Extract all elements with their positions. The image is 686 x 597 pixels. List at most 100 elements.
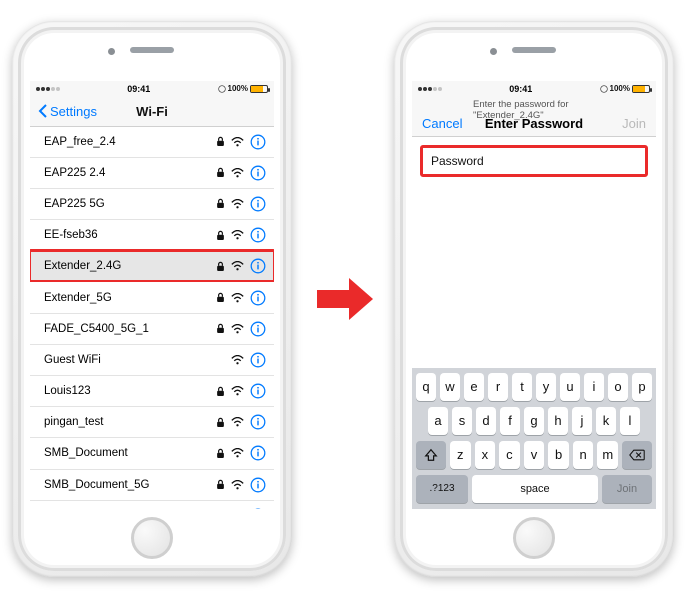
info-icon[interactable] <box>250 227 266 243</box>
info-icon[interactable] <box>250 352 266 368</box>
chevron-left-icon <box>38 104 48 118</box>
page-title: Wi-Fi <box>136 104 168 119</box>
key-t[interactable]: t <box>512 373 532 401</box>
key-backspace[interactable] <box>622 441 652 469</box>
wifi-icon <box>231 417 244 427</box>
key-p[interactable]: p <box>632 373 652 401</box>
key-v[interactable]: v <box>524 441 545 469</box>
lock-icon <box>216 386 225 397</box>
key-i[interactable]: i <box>584 373 604 401</box>
wifi-row[interactable]: Extender_5G <box>30 282 274 313</box>
nav-bar: Settings Wi-Fi <box>30 97 274 127</box>
info-icon[interactable] <box>250 290 266 306</box>
wifi-row[interactable]: SMB_Document_5G <box>30 470 274 501</box>
back-button[interactable]: Settings <box>38 104 97 119</box>
password-input[interactable]: Password <box>420 145 648 177</box>
key-w[interactable]: w <box>440 373 460 401</box>
lock-icon <box>216 261 225 272</box>
key-u[interactable]: u <box>560 373 580 401</box>
key-l[interactable]: l <box>620 407 640 435</box>
wifi-icon <box>231 168 244 178</box>
info-icon[interactable] <box>250 445 266 461</box>
wifi-name: Extender_2.4G <box>44 260 216 272</box>
home-button[interactable] <box>131 517 173 559</box>
key-x[interactable]: x <box>475 441 496 469</box>
key-s[interactable]: s <box>452 407 472 435</box>
info-icon[interactable] <box>250 196 266 212</box>
arrow-right-icon <box>313 274 373 324</box>
wifi-icon <box>231 448 244 458</box>
phone-left: 09:41 100% Settings Wi-Fi EAP_free_2. <box>12 21 292 577</box>
wifi-name: Extender_5G <box>44 292 216 304</box>
battery-indicator: 100% <box>218 84 268 93</box>
wifi-name: SMB_Document_5G <box>44 479 216 491</box>
wifi-name: Louis123 <box>44 385 216 397</box>
key-numbers[interactable]: .?123 <box>416 475 468 503</box>
wifi-row[interactable]: EAP225 5G <box>30 189 274 220</box>
wifi-row[interactable]: EE-fseb36 <box>30 220 274 251</box>
wifi-row[interactable]: EAP_free_2.4 <box>30 127 274 158</box>
key-shift[interactable] <box>416 441 446 469</box>
join-button-nav[interactable]: Join <box>622 116 646 131</box>
key-g[interactable]: g <box>524 407 544 435</box>
key-a[interactable]: a <box>428 407 448 435</box>
key-m[interactable]: m <box>597 441 618 469</box>
key-join[interactable]: Join <box>602 475 652 503</box>
battery-indicator: 100% <box>600 84 650 93</box>
key-space[interactable]: space <box>472 475 598 503</box>
wifi-icon <box>231 480 244 490</box>
password-label: Password <box>431 154 484 168</box>
signal-dots-icon <box>36 87 60 91</box>
key-j[interactable]: j <box>572 407 592 435</box>
clock: 09:41 <box>127 84 150 94</box>
signal-dots-icon <box>418 87 442 91</box>
circled-icon <box>218 85 226 93</box>
info-icon[interactable] <box>250 321 266 337</box>
key-f[interactable]: f <box>500 407 520 435</box>
wifi-list[interactable]: EAP_free_2.4 EAP225 2.4 EAP225 5GEE-fseb36… <box>30 127 274 509</box>
lock-icon <box>216 198 225 209</box>
camera <box>490 48 497 55</box>
wifi-icon <box>231 293 244 303</box>
key-r[interactable]: r <box>488 373 508 401</box>
info-icon[interactable] <box>250 477 266 493</box>
wifi-row[interactable]: SMB_Document <box>30 438 274 469</box>
key-k[interactable]: k <box>596 407 616 435</box>
key-b[interactable]: b <box>548 441 569 469</box>
wifi-icon <box>231 386 244 396</box>
wifi-row[interactable]: EAP225 2.4 <box>30 158 274 189</box>
page-title: Enter Password <box>485 116 583 131</box>
key-d[interactable]: d <box>476 407 496 435</box>
circled-icon <box>600 85 608 93</box>
key-c[interactable]: c <box>499 441 520 469</box>
wifi-row[interactable]: Louis123 <box>30 376 274 407</box>
info-icon[interactable] <box>250 258 266 274</box>
wifi-row[interactable]: SR20 <box>30 501 274 509</box>
lock-icon <box>216 230 225 241</box>
key-h[interactable]: h <box>548 407 568 435</box>
wifi-name: EAP225 2.4 <box>44 167 216 179</box>
info-icon[interactable] <box>250 134 266 150</box>
wifi-row[interactable]: Extender_2.4G <box>30 251 274 282</box>
home-button[interactable] <box>513 517 555 559</box>
wifi-icon <box>231 261 244 271</box>
key-q[interactable]: q <box>416 373 436 401</box>
lock-icon <box>216 479 225 490</box>
wifi-name: Guest WiFi <box>44 354 231 366</box>
key-o[interactable]: o <box>608 373 628 401</box>
info-icon[interactable] <box>250 414 266 430</box>
battery-icon <box>632 85 650 93</box>
info-icon[interactable] <box>250 508 266 509</box>
cancel-button[interactable]: Cancel <box>422 116 462 131</box>
key-n[interactable]: n <box>573 441 594 469</box>
key-y[interactable]: y <box>536 373 556 401</box>
wifi-row[interactable]: FADE_C5400_5G_1 <box>30 314 274 345</box>
info-icon[interactable] <box>250 383 266 399</box>
wifi-icon <box>231 355 244 365</box>
wifi-icon <box>231 230 244 240</box>
info-icon[interactable] <box>250 165 266 181</box>
wifi-row[interactable]: Guest WiFi <box>30 345 274 376</box>
key-z[interactable]: z <box>450 441 471 469</box>
wifi-row[interactable]: pingan_test <box>30 407 274 438</box>
key-e[interactable]: e <box>464 373 484 401</box>
